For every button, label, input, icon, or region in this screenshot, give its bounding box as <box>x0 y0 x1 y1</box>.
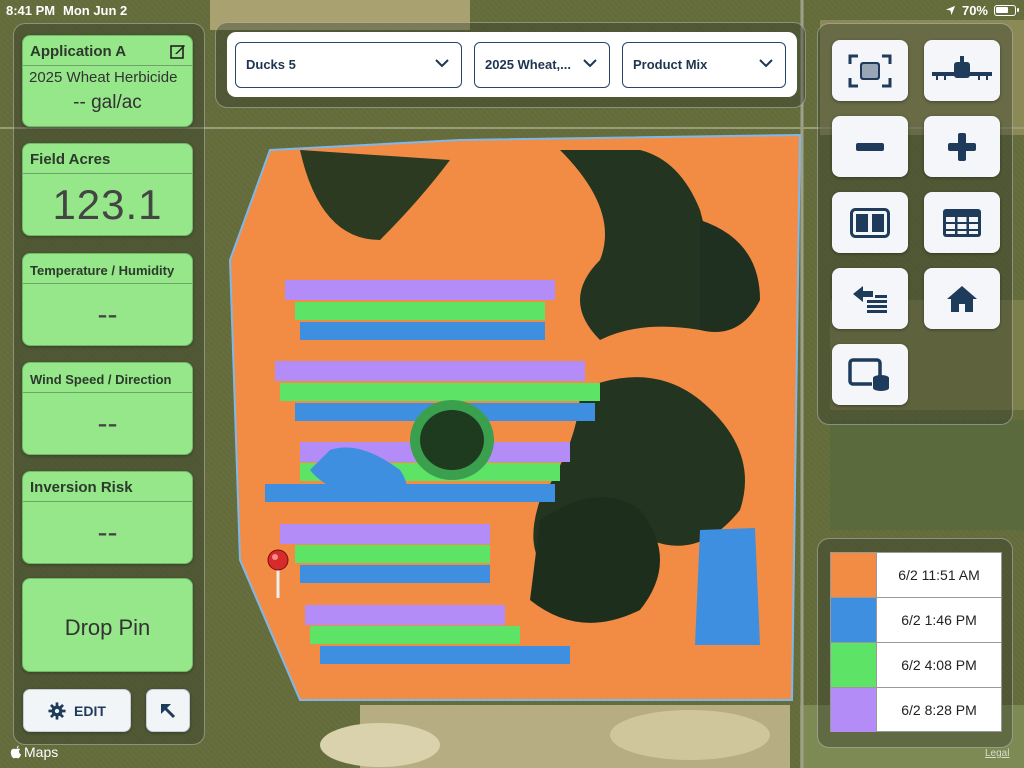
zoom-out-icon <box>856 142 884 151</box>
home-button[interactable] <box>924 268 1000 329</box>
field-dropdown[interactable]: Ducks 5 <box>235 42 462 88</box>
edit-button[interactable]: EDIT <box>23 689 131 732</box>
inversion-risk-title: Inversion Risk <box>23 472 192 502</box>
field-dropdown-value: Ducks 5 <box>246 57 296 72</box>
status-time: 8:41 PM <box>6 3 56 18</box>
legend-label: 6/2 11:51 AM <box>898 567 980 583</box>
status-bar: 8:41 PM Mon Jun 2 70% <box>0 0 1024 20</box>
inversion-risk-card: Inversion Risk -- <box>22 471 193 564</box>
battery-icon <box>994 5 1019 16</box>
legend-swatch-blue <box>831 598 877 642</box>
temperature-humidity-title: Temperature / Humidity <box>23 254 192 284</box>
application-card[interactable]: Application A 2025 Wheat Herbicide -- ga… <box>22 35 193 127</box>
legend-row: 6/2 11:51 AM <box>831 553 1001 598</box>
legend-swatch-green <box>831 643 877 687</box>
legend-label: 6/2 4:08 PM <box>901 657 977 673</box>
status-right: 70% <box>945 3 1019 18</box>
edit-square-icon[interactable] <box>170 43 186 59</box>
field-acres-card: Field Acres 123.1 <box>22 143 193 236</box>
time-legend: 6/2 11:51 AM 6/2 1:46 PM 6/2 4:08 PM 6/2… <box>830 552 1002 732</box>
chevron-down-icon <box>759 59 773 68</box>
drop-pin-label: Drop Pin <box>64 615 151 640</box>
gear-icon <box>48 701 66 720</box>
location-arrow-icon <box>945 5 956 16</box>
edit-button-label: EDIT <box>74 702 106 719</box>
fit-to-screen-icon <box>848 54 892 87</box>
application-title: Application A <box>23 36 192 66</box>
fit-to-screen-button[interactable] <box>832 40 908 101</box>
wind-title: Wind Speed / Direction <box>23 363 192 393</box>
zoom-out-button[interactable] <box>832 116 908 177</box>
field-acres-title: Field Acres <box>23 144 192 174</box>
application-dropdown[interactable]: 2025 Wheat,... <box>474 42 610 88</box>
zoom-in-icon <box>948 132 976 161</box>
home-icon <box>947 285 977 312</box>
application-rate: -- gal/ac <box>73 92 142 113</box>
apple-logo-icon <box>10 745 21 759</box>
legend-row: 6/2 1:46 PM <box>831 598 1001 643</box>
inversion-risk-value: -- <box>97 516 118 549</box>
chevron-down-icon <box>435 59 449 68</box>
field-acres-value: 123.1 <box>52 181 163 228</box>
legend-swatch-orange <box>831 553 877 597</box>
temperature-humidity-value: -- <box>97 298 118 331</box>
legal-link[interactable]: Legal <box>985 748 1009 759</box>
application-dropdown-value: 2025 Wheat,... <box>485 57 571 72</box>
back-list-button[interactable] <box>832 268 908 329</box>
table-button[interactable] <box>924 192 1000 253</box>
chevron-down-icon <box>583 59 597 68</box>
sprayer-button[interactable] <box>924 40 1000 101</box>
legend-label: 6/2 1:46 PM <box>901 612 977 628</box>
legend-swatch-purple <box>831 688 877 732</box>
screen-database-icon <box>848 357 890 391</box>
back-list-icon <box>853 285 887 313</box>
temperature-humidity-card: Temperature / Humidity -- <box>22 253 193 346</box>
battery-percent: 70% <box>961 3 988 18</box>
layer-dropdown[interactable]: Product Mix <box>622 42 786 88</box>
legend-row: 6/2 4:08 PM <box>831 643 1001 688</box>
maps-label: Maps <box>24 744 59 760</box>
arrow-up-left-icon <box>160 703 176 718</box>
table-icon <box>943 208 981 237</box>
wind-card: Wind Speed / Direction -- <box>22 362 193 455</box>
zoom-in-button[interactable] <box>924 116 1000 177</box>
collapse-arrow-button[interactable] <box>146 689 190 732</box>
sprayer-icon <box>932 55 992 80</box>
layer-dropdown-value: Product Mix <box>633 57 708 72</box>
split-view-button[interactable] <box>832 192 908 253</box>
drop-pin-button[interactable]: Drop Pin <box>22 578 193 672</box>
screen-database-button[interactable] <box>832 344 908 405</box>
wind-value: -- <box>97 407 118 440</box>
application-product: 2025 Wheat Herbicide <box>29 69 178 86</box>
split-view-icon <box>850 207 890 238</box>
legend-label: 6/2 8:28 PM <box>901 702 977 718</box>
maps-attribution: Maps <box>10 744 58 760</box>
status-date: Mon Jun 2 <box>63 3 128 18</box>
legend-row: 6/2 8:28 PM <box>831 688 1001 732</box>
